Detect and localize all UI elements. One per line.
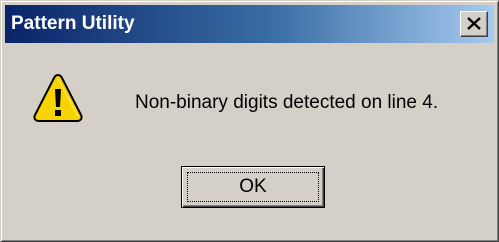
title-bar[interactable]: Pattern Utility (5, 5, 494, 43)
ok-button[interactable]: OK (181, 166, 325, 208)
ok-button-label: OK (239, 176, 267, 197)
close-icon (467, 17, 481, 30)
warning-icon (33, 73, 83, 122)
message-text: Non-binary digits detected on line 4. (135, 92, 439, 113)
message-dialog: Pattern Utility Non-binary digits detect… (0, 0, 499, 242)
window-title: Pattern Utility (11, 13, 135, 34)
close-button[interactable] (460, 11, 488, 37)
